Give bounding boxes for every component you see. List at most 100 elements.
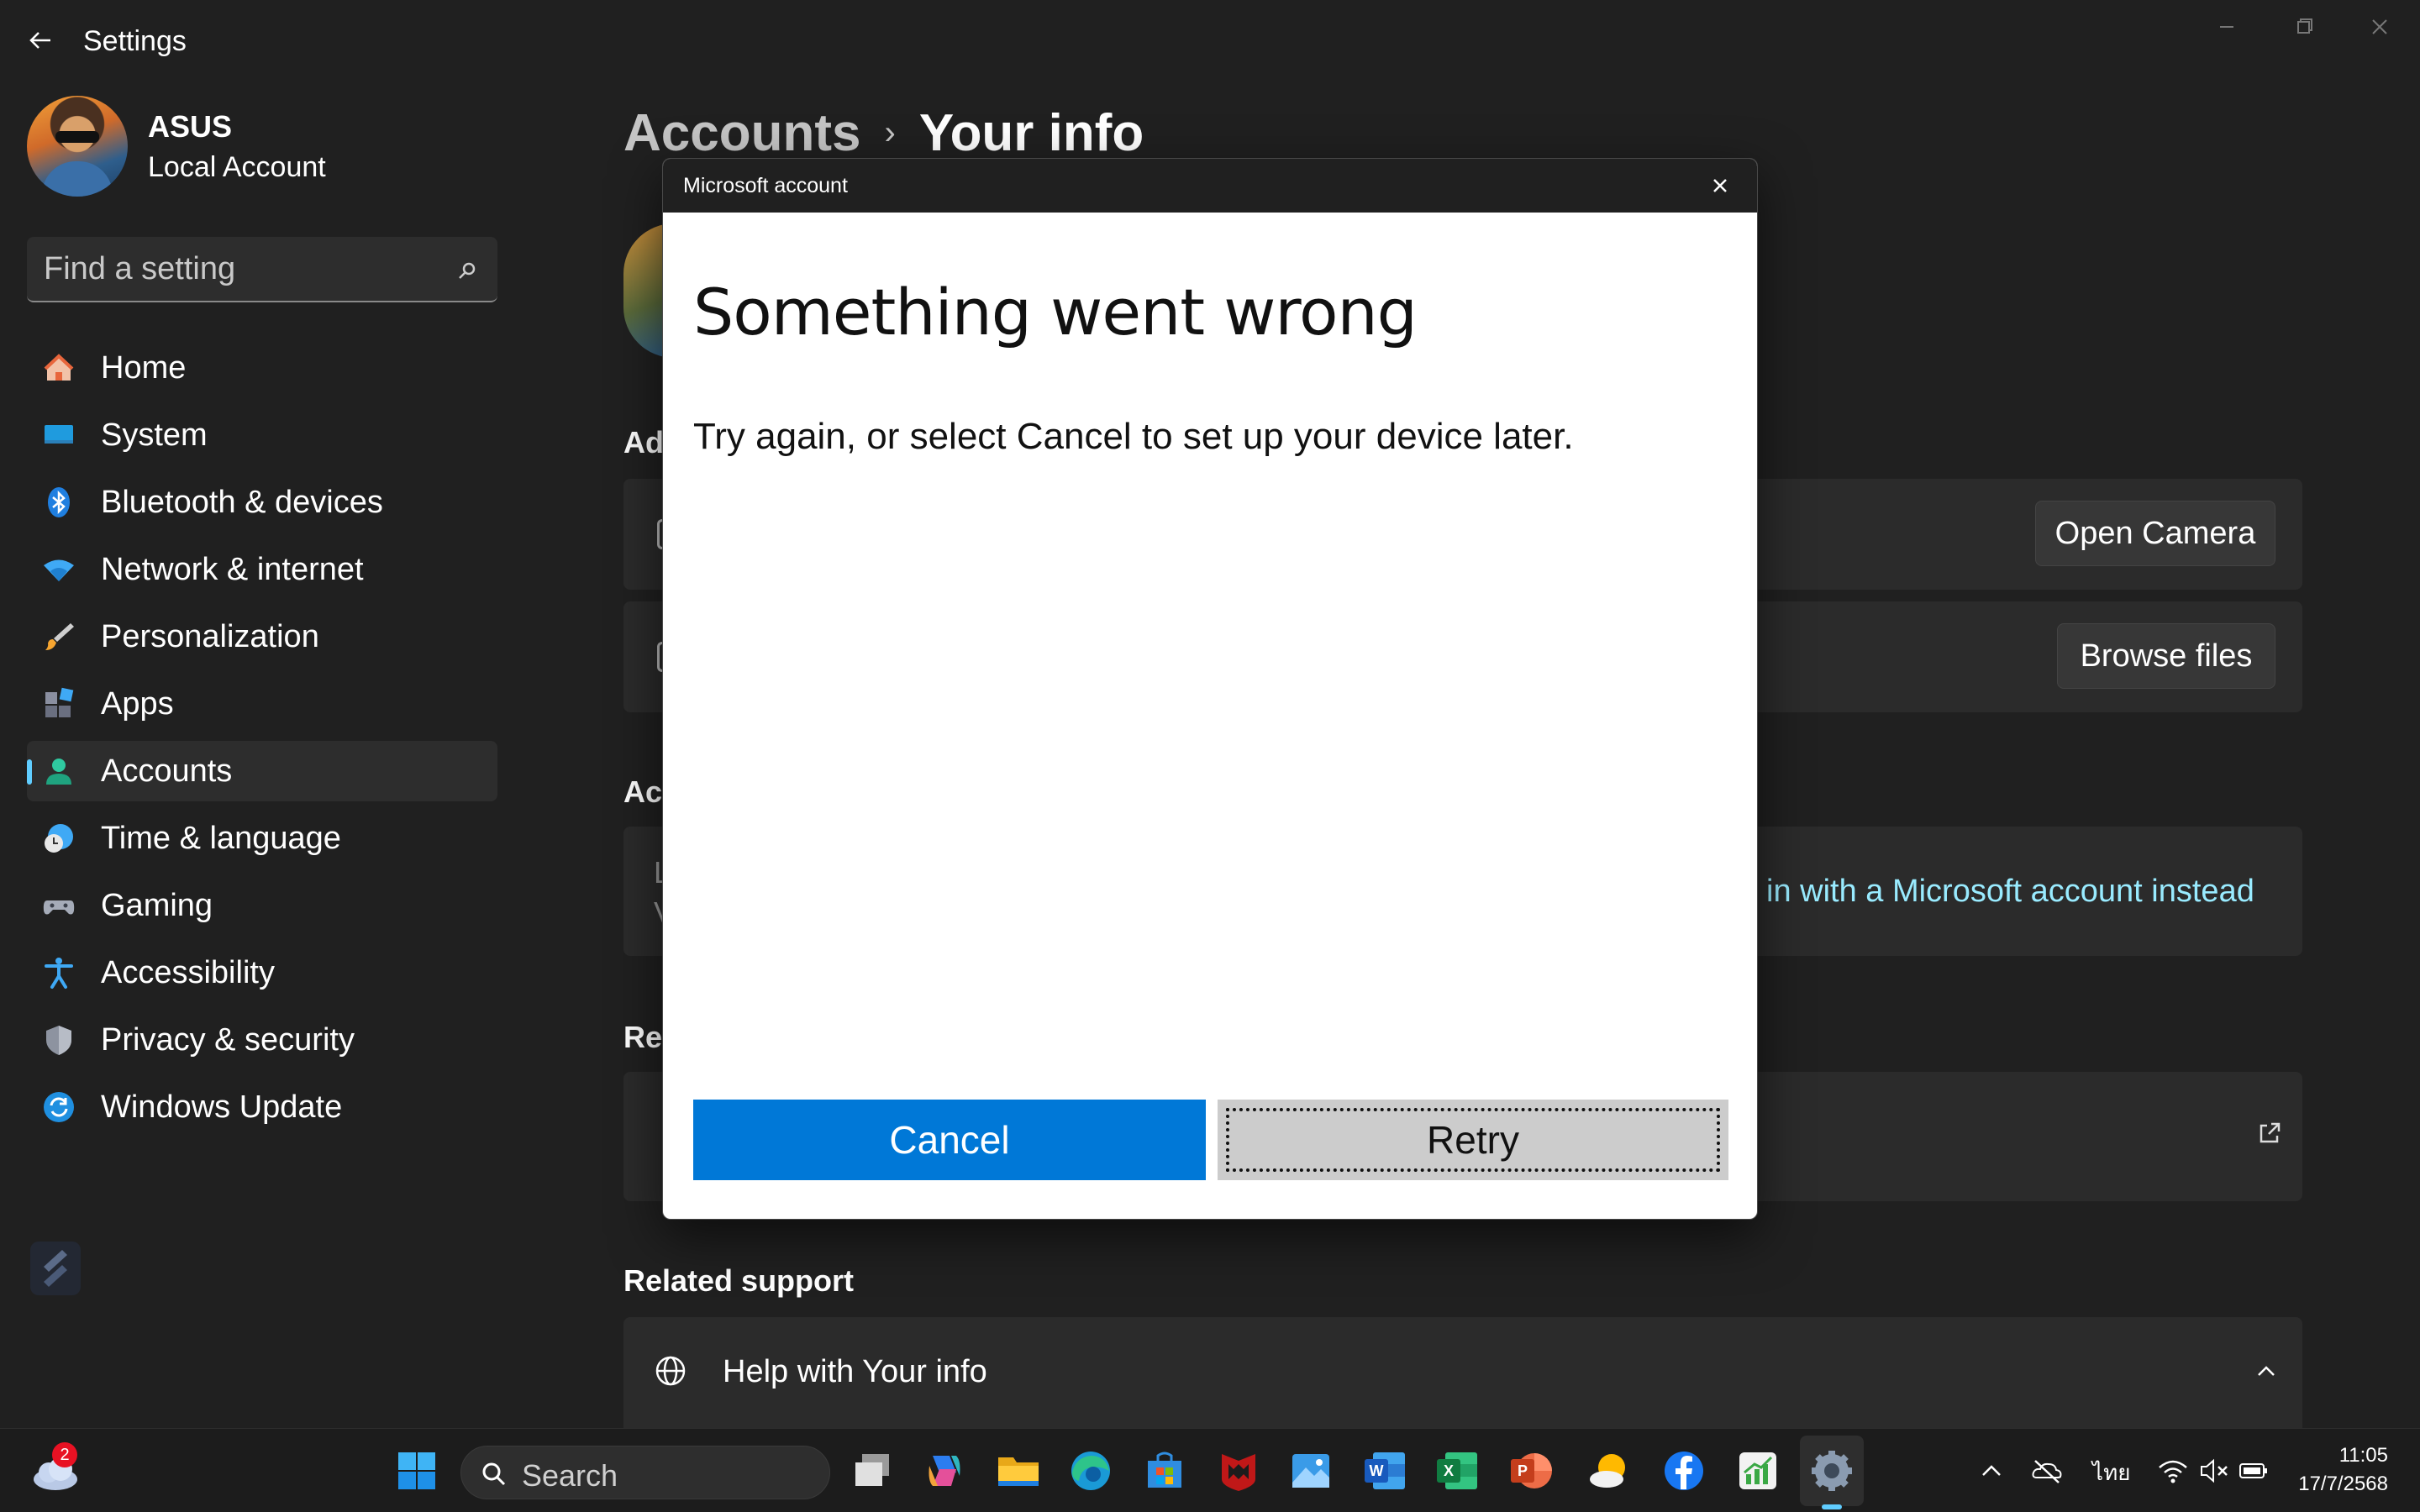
photos-icon[interactable] <box>1287 1447 1334 1494</box>
sidebar-item-label: Home <box>101 349 187 386</box>
external-link-icon <box>2260 1122 2281 1143</box>
settings-search-box <box>27 237 497 302</box>
active-app-indicator <box>1822 1504 1842 1509</box>
gamepad-icon <box>43 900 75 915</box>
task-view-icon[interactable] <box>849 1447 896 1494</box>
update-icon <box>44 1092 74 1122</box>
shield-icon <box>46 1026 71 1055</box>
sidebar-item-home[interactable]: Home <box>27 338 497 398</box>
sidebar-item-label: Accessibility <box>101 954 275 990</box>
copilot-icon[interactable] <box>921 1447 968 1494</box>
sidebar-item-label: Time & language <box>101 820 341 856</box>
dialog-heading: Something went wrong <box>693 275 1418 349</box>
app-launcher-icon[interactable] <box>29 1238 82 1299</box>
brush-icon <box>45 623 74 650</box>
svg-text:W: W <box>1370 1462 1384 1479</box>
app-title: Settings <box>83 25 187 57</box>
sidebar-item-label: Network & internet <box>101 551 364 587</box>
svg-text:X: X <box>1444 1462 1454 1479</box>
sidebar-item-time-language[interactable]: Time & language <box>27 808 497 869</box>
sidebar-item-bluetooth[interactable]: Bluetooth & devices <box>27 472 497 533</box>
mcafee-icon[interactable] <box>1215 1447 1262 1494</box>
section-heading-related: Re <box>623 1020 663 1054</box>
retry-button[interactable]: Retry <box>1218 1100 1728 1180</box>
sidebar-item-label: Bluetooth & devices <box>101 484 383 520</box>
dialog-message: Try again, or select Cancel to set up yo… <box>693 416 1574 457</box>
taskbar-search[interactable]: Search <box>460 1446 830 1499</box>
speaker-muted-icon[interactable] <box>2196 1454 2230 1488</box>
system-icon <box>45 425 73 444</box>
excel-icon[interactable]: X <box>1434 1447 1481 1494</box>
chevron-up-icon[interactable] <box>2254 1359 2279 1384</box>
back-arrow-icon[interactable] <box>24 24 57 57</box>
sidebar-item-windows-update[interactable]: Windows Update <box>27 1077 497 1137</box>
open-camera-button[interactable]: Open Camera <box>2035 501 2275 566</box>
profile-name: ASUS <box>148 109 233 144</box>
breadcrumb-separator: › <box>884 113 896 151</box>
powerpoint-icon[interactable]: P <box>1507 1447 1555 1494</box>
sidebar-item-privacy-security[interactable]: Privacy & security <box>27 1010 497 1070</box>
chevron-up-icon[interactable] <box>1975 1454 2008 1488</box>
input-language[interactable]: ไทย <box>2092 1456 2130 1490</box>
sign-in-microsoft-link[interactable]: in with a Microsoft account instead <box>1766 874 2254 910</box>
accounts-icon <box>46 759 71 785</box>
dialog-close-icon[interactable] <box>1707 172 1733 199</box>
sidebar-item-label: Personalization <box>101 618 319 654</box>
word-icon[interactable]: W <box>1361 1447 1408 1494</box>
sidebar-item-apps[interactable]: Apps <box>27 674 497 734</box>
store-icon[interactable] <box>1141 1447 1188 1494</box>
sidebar-item-system[interactable]: System <box>27 405 497 465</box>
sidebar-nav: Home System Bluetooth & devices Network … <box>27 338 497 1144</box>
globe-icon <box>655 1356 686 1386</box>
breadcrumb: Accounts › Your info <box>623 99 1144 166</box>
file-explorer-icon[interactable] <box>995 1447 1042 1494</box>
clock-time[interactable]: 11:05 <box>2304 1444 2388 1467</box>
settings-app-icon[interactable] <box>1808 1447 1855 1494</box>
apps-icon <box>45 687 74 717</box>
clock-date[interactable]: 17/7/2568 <box>2286 1473 2388 1496</box>
search-icon <box>482 1462 506 1486</box>
minimize-icon[interactable] <box>2200 12 2254 42</box>
accessibility-icon <box>45 958 73 989</box>
taskbar: 2 Search W X P ไทย 11:05 17/7/2568 <box>0 1428 2420 1512</box>
section-heading-adjust: Ad <box>623 425 664 459</box>
title-bar: Settings <box>0 0 2420 84</box>
start-icon[interactable] <box>393 1447 440 1494</box>
help-your-info-label: Help with Your info <box>723 1354 987 1389</box>
stocks-app-icon[interactable] <box>1734 1447 1781 1494</box>
cancel-button[interactable]: Cancel <box>693 1100 1206 1180</box>
sidebar-item-network[interactable]: Network & internet <box>27 539 497 600</box>
weather-app-icon[interactable] <box>1586 1447 1634 1494</box>
home-icon <box>44 354 74 381</box>
dialog-title: Microsoft account <box>683 174 848 197</box>
dialog-title-bar: Microsoft account <box>663 159 1757 213</box>
sidebar-item-label: Gaming <box>101 887 213 923</box>
onedrive-offline-icon[interactable] <box>2030 1454 2064 1488</box>
bluetooth-icon <box>48 487 70 517</box>
wifi-icon <box>44 559 74 581</box>
sidebar-item-accessibility[interactable]: Accessibility <box>27 942 497 1003</box>
clock-globe-icon <box>45 824 73 853</box>
facebook-icon[interactable] <box>1660 1447 1707 1494</box>
user-profile: ASUS Local Account <box>27 96 497 200</box>
profile-account-type: Local Account <box>148 151 326 183</box>
svg-text:P: P <box>1518 1462 1528 1479</box>
window-close-icon[interactable] <box>2353 12 2407 42</box>
sidebar-item-label: Accounts <box>101 753 233 789</box>
wifi-icon[interactable] <box>2156 1454 2190 1488</box>
sidebar-item-accounts[interactable]: Accounts <box>27 741 497 801</box>
sidebar-item-label: Apps <box>101 685 174 722</box>
battery-icon[interactable] <box>2237 1454 2270 1488</box>
search-input[interactable] <box>44 247 439 291</box>
search-icon[interactable] <box>457 260 477 281</box>
restore-icon[interactable] <box>2277 12 2331 42</box>
edge-icon[interactable] <box>1067 1447 1114 1494</box>
microsoft-account-dialog: Microsoft account Something went wrong T… <box>662 158 1758 1220</box>
notification-badge: 2 <box>52 1442 77 1467</box>
sidebar-item-gaming[interactable]: Gaming <box>27 875 497 936</box>
browse-files-button[interactable]: Browse files <box>2057 623 2275 689</box>
section-heading-account-settings: Ac <box>623 774 663 809</box>
sidebar-item-personalization[interactable]: Personalization <box>27 606 497 667</box>
sidebar-item-label: Windows Update <box>101 1089 343 1125</box>
breadcrumb-accounts[interactable]: Accounts <box>623 103 860 163</box>
